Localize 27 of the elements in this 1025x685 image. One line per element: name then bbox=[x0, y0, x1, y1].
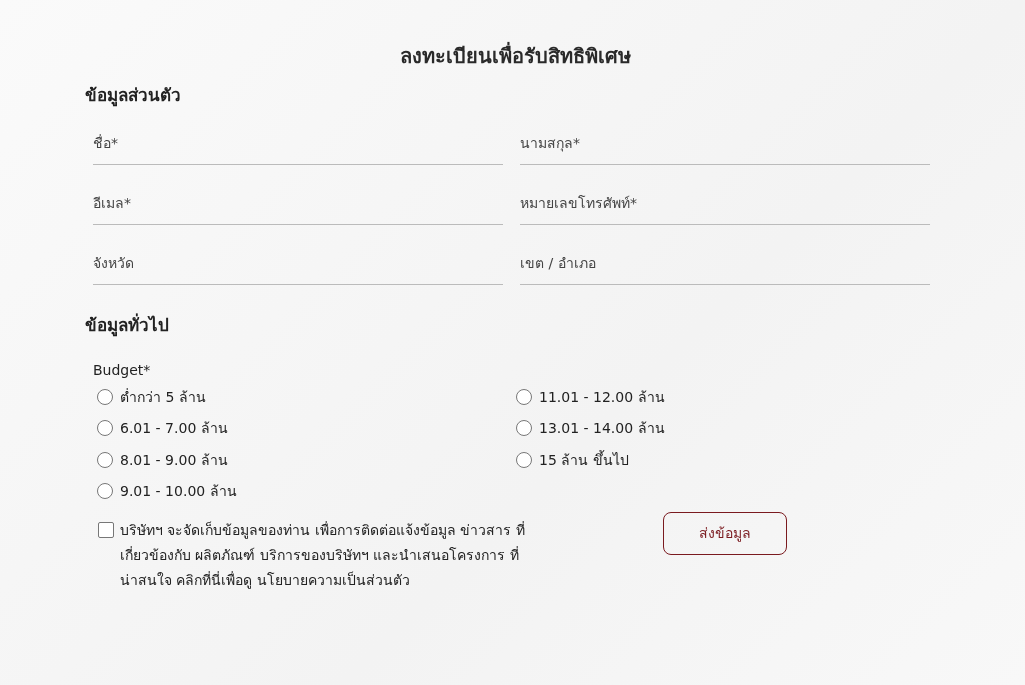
section-heading: ข้อมูลทั่วไป bbox=[85, 315, 170, 336]
text-field[interactable]: หมายเลขโทรศัพท์* bbox=[520, 185, 930, 226]
text-field[interactable]: นามสกุล* bbox=[520, 125, 930, 166]
consent-text: บริษัทฯ จะจัดเก็บข้อมูลของท่าน เพื่อการติดต่อแจ้งข้อมูล ข่าวสาร ที่เกี่ยวข้องกับ ผลิตภัณฑ์ บริการของบริษัทฯ และนำเสนอโครงการ ที่น่าสนใจ คลิกที่นี่เพื่อดู นโยบายความเป็นส่วนตัว bbox=[120, 520, 526, 591]
radio-label[interactable]: 8.01 - 9.00 ล้าน bbox=[120, 449, 228, 471]
form-title: ลงทะเบียนเพื่อรับสิทธิพิเศษ bbox=[398, 44, 632, 68]
text-field[interactable]: เขต / อำเภอ bbox=[520, 245, 930, 286]
checkbox[interactable] bbox=[98, 521, 114, 538]
budget-label: Budget* bbox=[93, 360, 151, 380]
radio-button[interactable] bbox=[97, 483, 113, 500]
submit-button[interactable]: ส่งข้อมูล bbox=[663, 511, 787, 555]
radio-label[interactable]: 6.01 - 7.00 ล้าน bbox=[120, 418, 228, 440]
radio-button[interactable] bbox=[516, 451, 532, 468]
radio-label[interactable]: 11.01 - 12.00 ล้าน bbox=[539, 386, 665, 408]
radio-label[interactable]: 9.01 - 10.00 ล้าน bbox=[120, 481, 237, 503]
radio-button[interactable] bbox=[516, 388, 532, 405]
radio-button[interactable] bbox=[97, 420, 113, 437]
radio-button[interactable] bbox=[516, 420, 532, 437]
radio-label[interactable]: 13.01 - 14.00 ล้าน bbox=[539, 418, 665, 440]
text-field[interactable]: จังหวัด bbox=[93, 245, 503, 286]
radio-label[interactable]: ต่ำกว่า 5 ล้าน bbox=[120, 386, 206, 408]
text-field[interactable]: อีเมล* bbox=[93, 185, 503, 226]
section-heading: ข้อมูลส่วนตัว bbox=[85, 85, 182, 106]
radio-label[interactable]: 15 ล้าน ขึ้นไป bbox=[539, 449, 629, 471]
text-field[interactable]: ชื่อ* bbox=[93, 125, 503, 166]
radio-button[interactable] bbox=[97, 388, 113, 405]
radio-button[interactable] bbox=[97, 451, 113, 468]
